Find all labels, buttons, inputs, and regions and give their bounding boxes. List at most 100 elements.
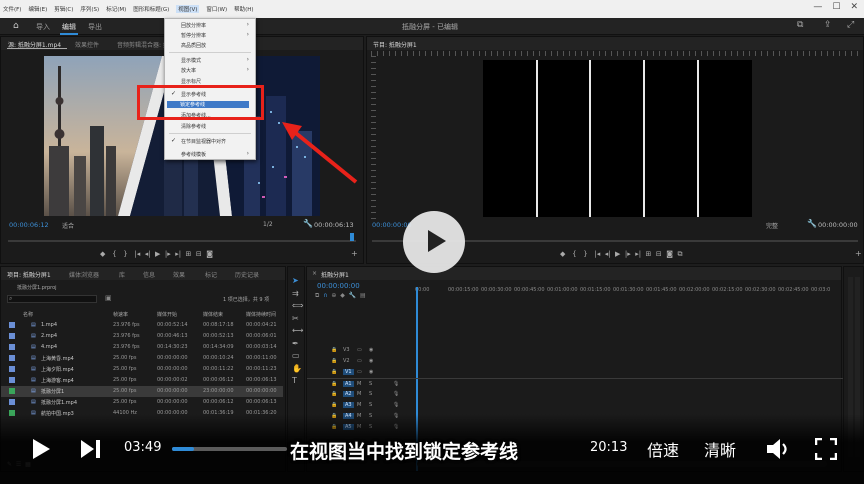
- table-row[interactable]: ▤ 4.mp4 23.976 fps 00:14:30:23 00:14:34:09 00…: [1, 342, 283, 353]
- close-icon[interactable]: ✕: [850, 2, 858, 12]
- menu-item-snap-program[interactable]: 在节目监视器中对齐: [181, 138, 226, 145]
- lock-icon[interactable]: 🔒: [331, 369, 337, 375]
- tab-edit[interactable]: 编辑: [62, 22, 76, 32]
- col-duration[interactable]: 媒体持续时间: [246, 311, 276, 318]
- in-point-icon[interactable]: {: [572, 250, 576, 258]
- menu-help[interactable]: 帮助(H): [234, 5, 253, 13]
- camera-icon[interactable]: ◙: [206, 250, 213, 258]
- tab-project[interactable]: 项目: 抵融分屏1: [7, 270, 51, 279]
- hand-tool-icon[interactable]: ✋: [292, 363, 303, 376]
- captions-icon[interactable]: ▤: [360, 292, 366, 299]
- menu-item-playback-resolution[interactable]: 回放分辨率: [181, 22, 206, 29]
- table-row[interactable]: ▤ 上海夕阳.mp4 25.00 fps 00:00:00:00 00:00:11:22…: [1, 364, 283, 375]
- tab-markers[interactable]: 标记: [205, 270, 217, 279]
- menu-item-high-quality[interactable]: 高品质回放: [181, 42, 206, 49]
- minimize-icon[interactable]: —: [813, 2, 822, 12]
- solo-icon[interactable]: S: [369, 402, 372, 408]
- table-row[interactable]: ▤ 1.mp4 23.976 fps 00:00:52:14 00:08:17:18 00…: [1, 320, 283, 331]
- menu-item-guide-templates[interactable]: 参考线模板: [181, 151, 206, 158]
- project-search-input[interactable]: [7, 295, 97, 303]
- quality-button[interactable]: 清晰: [704, 437, 736, 461]
- track-label[interactable]: V1: [343, 369, 354, 375]
- track-label[interactable]: A1: [343, 381, 354, 387]
- tab-timeline[interactable]: 抵融分屏1: [321, 270, 349, 279]
- goto-out-icon[interactable]: ▸|: [635, 250, 641, 258]
- solo-icon[interactable]: S: [369, 381, 372, 387]
- tab-effects[interactable]: 效果: [173, 270, 185, 279]
- guide-line[interactable]: [643, 60, 645, 217]
- label-color-swatch[interactable]: [9, 377, 15, 383]
- table-row[interactable]: ▤ 上海黄昏.mp4 25.00 fps 00:00:00:00 00:00:10:24…: [1, 353, 283, 364]
- type-tool-icon[interactable]: T: [292, 375, 303, 388]
- speed-button[interactable]: 倍速: [647, 437, 679, 461]
- linked-icon[interactable]: ⊕: [331, 292, 336, 299]
- menu-edit[interactable]: 编辑(E): [28, 5, 47, 13]
- tab-program[interactable]: 节目: 抵融分屏1: [373, 40, 417, 49]
- menu-item-display-mode[interactable]: 显示模式: [181, 57, 201, 64]
- close-tab-icon[interactable]: ×: [312, 270, 317, 277]
- goto-in-icon[interactable]: |◂: [134, 250, 140, 258]
- selection-tool-icon[interactable]: ➤: [292, 275, 303, 288]
- track-label[interactable]: A2: [343, 391, 354, 397]
- col-name[interactable]: 名称: [23, 311, 33, 318]
- track-label[interactable]: A3: [343, 402, 354, 408]
- menu-view[interactable]: 视图(V): [176, 5, 200, 13]
- goto-out-icon[interactable]: ▸|: [175, 250, 181, 258]
- menu-sequence[interactable]: 序列(S): [80, 5, 99, 13]
- eye-icon[interactable]: ◉: [369, 347, 373, 353]
- col-end[interactable]: 媒体结束: [203, 311, 223, 318]
- step-forward-icon[interactable]: |▸: [625, 250, 631, 258]
- lock-icon[interactable]: 🔒: [331, 381, 337, 387]
- menu-item-show-rulers[interactable]: 显示标尺: [181, 78, 201, 85]
- program-add-icon[interactable]: +: [855, 249, 862, 258]
- guide-line[interactable]: [536, 60, 538, 217]
- timeline-timecode[interactable]: 00:00:00:00: [317, 282, 360, 290]
- label-color-swatch[interactable]: [9, 388, 15, 394]
- play-icon[interactable]: ▶: [615, 250, 620, 258]
- label-color-swatch[interactable]: [9, 322, 15, 328]
- tab-libraries[interactable]: 库: [119, 270, 125, 279]
- goto-in-icon[interactable]: |◂: [594, 250, 600, 258]
- track-select-tool-icon[interactable]: ⇉: [292, 288, 303, 301]
- pen-tool-icon[interactable]: ✒: [292, 338, 303, 351]
- maximize-icon[interactable]: ☐: [832, 2, 840, 12]
- play-icon[interactable]: ▶: [155, 250, 160, 258]
- lock-icon[interactable]: 🔒: [331, 358, 337, 364]
- lock-icon[interactable]: 🔒: [331, 391, 337, 397]
- audio-track[interactable]: A2 🔒 M S 🎙: [307, 389, 847, 400]
- tab-history[interactable]: 历史记录: [235, 270, 259, 279]
- video-track[interactable]: V1 🔒 ▭ ◉: [307, 367, 847, 378]
- tab-effect-controls[interactable]: 效果控件: [75, 40, 99, 49]
- audio-track[interactable]: A3 🔒 M S 🎙: [307, 400, 847, 411]
- fullscreen-button[interactable]: [815, 438, 837, 460]
- label-color-swatch[interactable]: [9, 344, 15, 350]
- fullscreen-icon[interactable]: ⤢: [847, 20, 854, 30]
- menu-file[interactable]: 文件(F): [3, 5, 21, 13]
- mute-icon[interactable]: M: [357, 391, 361, 397]
- track-label[interactable]: V3: [343, 347, 350, 353]
- add-marker-icon[interactable]: ◆: [340, 292, 345, 299]
- camera-icon[interactable]: ◙: [666, 250, 673, 258]
- source-timecode-in[interactable]: 00:00:06:12: [9, 221, 49, 229]
- video-track[interactable]: V3 🔒 ▭ ◉: [307, 345, 847, 356]
- menu-graphics[interactable]: 图形和标题(G): [133, 5, 169, 13]
- source-ratio-select[interactable]: 1/2: [263, 221, 273, 228]
- next-button[interactable]: [80, 439, 102, 459]
- nest-icon[interactable]: ⧉: [315, 292, 319, 299]
- guide-line[interactable]: [589, 60, 591, 217]
- lock-icon[interactable]: 🔒: [331, 347, 337, 353]
- mic-icon[interactable]: 🎙: [393, 391, 399, 397]
- menu-markers[interactable]: 标记(M): [106, 5, 126, 13]
- sync-icon[interactable]: ▭: [357, 347, 362, 353]
- audio-track[interactable]: A1 🔒 M S 🎙: [307, 378, 847, 389]
- lock-icon[interactable]: 🔒: [331, 402, 337, 408]
- source-fit-select[interactable]: 适合: [62, 221, 74, 230]
- mic-icon[interactable]: 🎙: [393, 402, 399, 408]
- tab-info[interactable]: 信息: [143, 270, 155, 279]
- share-icon[interactable]: ⇪: [824, 20, 832, 30]
- step-back-icon[interactable]: ◂|: [605, 250, 611, 258]
- eye-icon[interactable]: ◉: [369, 358, 373, 364]
- snap-icon[interactable]: ∩: [323, 292, 327, 299]
- wrench-icon[interactable]: 🔧: [807, 219, 817, 228]
- marker-icon[interactable]: ◆: [100, 250, 105, 258]
